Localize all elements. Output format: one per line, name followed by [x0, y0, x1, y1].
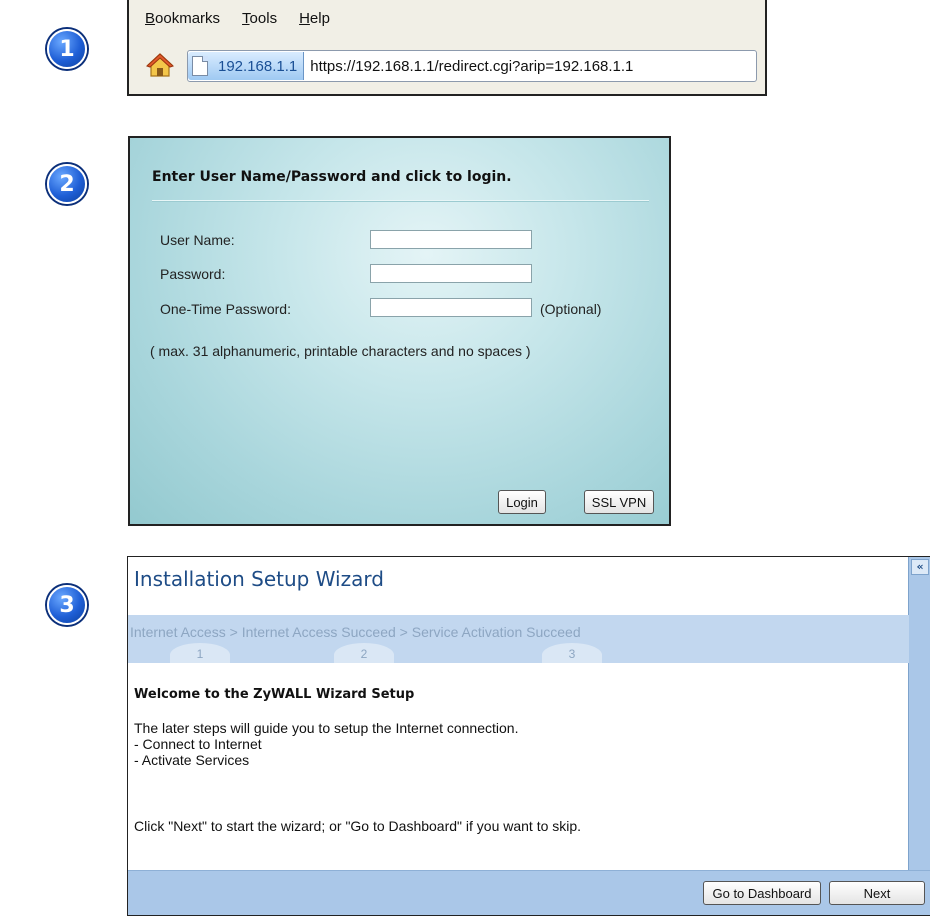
browser-toolbar-panel: Bookmarks Tools Help 192.168.1.1 https:/…: [127, 0, 767, 96]
optional-label: (Optional): [540, 301, 602, 317]
url-text[interactable]: https://192.168.1.1/redirect.cgi?arip=19…: [304, 58, 633, 75]
wizard-title: Installation Setup Wizard: [134, 567, 384, 591]
steps-breadcrumb: Internet Access > Internet Access Succee…: [130, 624, 581, 640]
bullet-activate: - Activate Services: [134, 752, 250, 768]
otp-label: One-Time Password:: [160, 301, 291, 317]
address-row: 192.168.1.1 https://192.168.1.1/redirect…: [129, 40, 765, 90]
menu-help[interactable]: Help: [299, 10, 330, 27]
step-label-2: Internet Access Succeed: [241, 624, 396, 640]
step-separator: >: [399, 624, 408, 640]
step-number-2: 2: [334, 643, 394, 663]
password-rule-note: ( max. 31 alphanumeric, printable charac…: [150, 343, 531, 359]
instruction-text: Click "Next" to start the wizard; or "Go…: [134, 818, 582, 834]
user-name-input[interactable]: [370, 230, 532, 249]
login-panel: Enter User Name/Password and click to lo…: [128, 136, 671, 526]
double-chevron-left-icon[interactable]: «: [911, 559, 929, 575]
divider: [152, 200, 649, 201]
step-label-1: Internet Access: [130, 624, 226, 640]
wizard-footer: Go to Dashboard Next: [128, 870, 930, 915]
go-to-dashboard-button[interactable]: Go to Dashboard: [703, 881, 821, 905]
password-input[interactable]: [370, 264, 532, 283]
home-icon[interactable]: [145, 50, 175, 80]
ssl-vpn-button[interactable]: SSL VPN: [584, 490, 654, 514]
login-heading: Enter User Name/Password and click to lo…: [152, 169, 512, 185]
site-identity-button[interactable]: 192.168.1.1: [188, 52, 305, 80]
step-number-3: 3: [542, 643, 602, 663]
welcome-heading: Welcome to the ZyWALL Wizard Setup: [134, 687, 415, 702]
bullet-connect: - Connect to Internet: [134, 736, 262, 752]
intro-text: The later steps will guide you to setup …: [134, 720, 519, 736]
step-label-3: Service Activation Succeed: [411, 624, 581, 640]
url-bar[interactable]: 192.168.1.1 https://192.168.1.1/redirect…: [187, 50, 757, 82]
user-name-label: User Name:: [160, 232, 235, 248]
password-label: Password:: [160, 266, 226, 282]
next-button[interactable]: Next: [829, 881, 925, 905]
setup-wizard-panel: Installation Setup Wizard « Internet Acc…: [127, 556, 930, 916]
step-badge-3: 3: [47, 585, 87, 625]
otp-input[interactable]: [370, 298, 532, 317]
menu-bar: Bookmarks Tools Help: [129, 0, 765, 36]
step-separator: >: [229, 624, 238, 640]
collapse-sidebar[interactable]: «: [908, 557, 930, 872]
step-badge-2: 2: [47, 164, 87, 204]
site-identity-label: 192.168.1.1: [218, 57, 298, 75]
step-number-1: 1: [170, 643, 230, 663]
step-badge-1: 1: [47, 29, 87, 69]
menu-bookmarks[interactable]: Bookmarks: [145, 10, 220, 27]
login-button[interactable]: Login: [498, 490, 546, 514]
wizard-steps-bar: Internet Access > Internet Access Succee…: [128, 615, 909, 663]
menu-tools[interactable]: Tools: [242, 10, 277, 27]
page-icon: [192, 56, 208, 76]
